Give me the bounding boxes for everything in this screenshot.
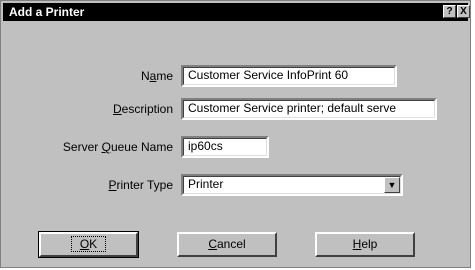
close-icon[interactable]: X xyxy=(457,5,470,18)
cancel-button[interactable]: Cancel xyxy=(177,232,277,257)
printer-type-select[interactable]: Printer ▼ xyxy=(181,174,403,196)
ok-button[interactable]: OK xyxy=(38,231,139,258)
cancel-button-label: Cancel xyxy=(208,237,246,251)
server-queue-name-field[interactable]: ip60cs xyxy=(181,136,269,158)
ok-button-label: OK xyxy=(70,236,107,252)
description-field[interactable]: Customer Service printer; default serve xyxy=(181,98,437,120)
description-label: Description xyxy=(112,102,173,116)
help-icon[interactable]: ? xyxy=(443,5,456,18)
name-label: Name xyxy=(140,69,173,83)
server-queue-name-label: Server Queue Name xyxy=(62,140,173,154)
printer-type-label: Printer Type xyxy=(108,178,174,192)
chevron-down-icon[interactable]: ▼ xyxy=(384,177,400,193)
window-title: Add a Printer xyxy=(9,5,85,19)
name-field[interactable]: Customer Service InfoPrint 60 xyxy=(181,65,397,87)
help-button[interactable]: Help xyxy=(315,232,415,257)
help-button-label: Help xyxy=(352,237,378,251)
title-bar[interactable]: Add a Printer ? X xyxy=(3,3,470,21)
add-printer-dialog: Add a Printer ? X Name Customer Service … xyxy=(0,0,471,268)
